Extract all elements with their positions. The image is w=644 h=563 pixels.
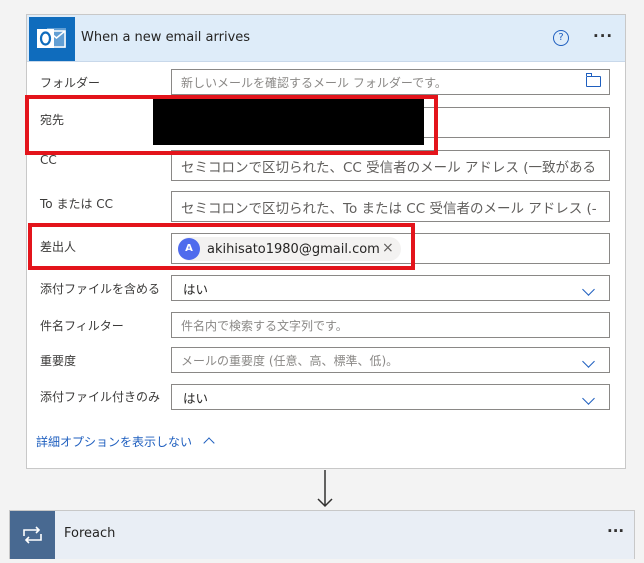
folder-label: フォルダー <box>40 76 101 90</box>
outlook-icon <box>29 17 75 61</box>
only-with-attachments-value: はい <box>183 390 209 406</box>
foreach-card[interactable]: Foreach ··· <box>9 510 635 559</box>
importance-select[interactable]: メールの重要度 (任意、高、標準、低)。 <box>171 347 610 373</box>
chevron-down-icon[interactable] <box>582 392 595 405</box>
highlight-box-to <box>25 95 438 155</box>
foreach-title: Foreach <box>64 526 116 541</box>
chevron-down-icon[interactable] <box>582 283 595 296</box>
importance-placeholder: メールの重要度 (任意、高、標準、低)。 <box>181 353 399 368</box>
to-or-cc-label: To または CC <box>40 197 114 211</box>
trigger-header[interactable]: When a new email arrives ? ··· <box>27 15 625 62</box>
cc-placeholder: セミコロンで区切られた、CC 受信者のメール アドレス (一致がある <box>181 159 596 176</box>
connector-arrow <box>317 470 333 508</box>
subject-filter-label: 件名フィルター <box>40 319 124 333</box>
cc-label: CC <box>40 153 57 167</box>
hide-advanced-options-link[interactable]: 詳細オプションを表示しない <box>36 433 192 450</box>
subject-filter-placeholder: 件名内で検索する文字列です。 <box>181 318 348 333</box>
chevron-up-icon[interactable] <box>203 437 215 449</box>
loop-icon <box>10 511 55 559</box>
folder-placeholder: 新しいメールを確認するメール フォルダーです。 <box>181 75 447 90</box>
more-options-icon[interactable]: ··· <box>607 522 624 540</box>
subject-filter-field[interactable]: 件名内で検索する文字列です。 <box>171 312 610 338</box>
trigger-title: When a new email arrives <box>81 30 251 45</box>
include-attachments-label: 添付ファイルを含める <box>40 282 161 296</box>
chevron-down-icon[interactable] <box>582 355 595 368</box>
more-options-icon[interactable]: ··· <box>593 27 613 45</box>
only-with-attachments-select[interactable]: はい <box>171 384 610 410</box>
include-attachments-value: はい <box>183 281 209 297</box>
to-or-cc-placeholder: セミコロンで区切られた、To または CC 受信者のメール アドレス (- <box>181 200 597 217</box>
importance-label: 重要度 <box>40 354 77 368</box>
folder-field[interactable]: 新しいメールを確認するメール フォルダーです。 <box>171 69 610 95</box>
folder-icon[interactable] <box>586 73 601 87</box>
highlight-box-from <box>28 223 415 270</box>
help-icon[interactable]: ? <box>553 30 569 46</box>
only-with-attachments-label: 添付ファイル付きのみ <box>40 390 161 404</box>
to-or-cc-field[interactable]: セミコロンで区切られた、To または CC 受信者のメール アドレス (- <box>171 191 610 222</box>
include-attachments-select[interactable]: はい <box>171 275 610 301</box>
